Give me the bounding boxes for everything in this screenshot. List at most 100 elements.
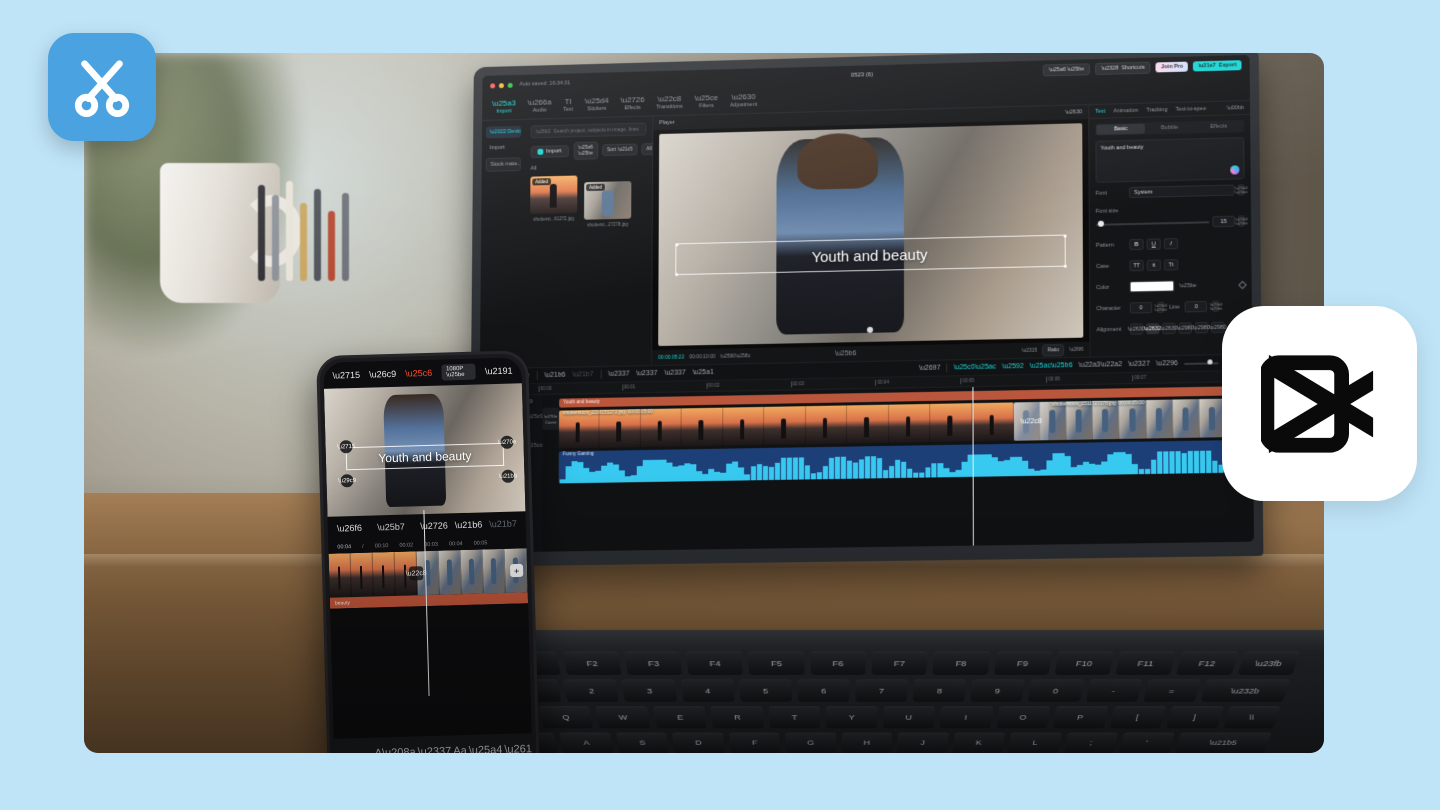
font-select[interactable]: System [1129,185,1235,199]
vtop-align-icon[interactable]: \u2980 [1179,322,1192,333]
font-stepper[interactable]: \u25b4\u25be [1238,184,1245,195]
handle-tl[interactable] [675,243,678,246]
export-button[interactable]: \u21e7Export [1193,60,1241,71]
resolution-badge[interactable]: 1080P \u25be [441,364,476,381]
character-spacing-value[interactable]: 0 [1130,302,1152,314]
record-mic-icon[interactable]: \u2697 [919,365,941,372]
sidebar-item-device[interactable]: \u2022 Device [486,126,521,139]
search-input[interactable]: \u26b2 Search project, subjects in image… [531,123,647,139]
lowercase-button[interactable]: tt [1147,260,1161,271]
video-preview[interactable]: Youth and beauty [658,123,1083,346]
frame-step-icon[interactable]: \u2590\u258c [720,353,750,360]
font-size-value[interactable]: 15 [1212,216,1234,228]
undo-icon[interactable]: \u21b6 [455,519,483,530]
zoom-slider[interactable] [1184,362,1219,365]
add-clip-icon[interactable]: + [510,564,523,577]
slider-knob[interactable] [1098,221,1104,227]
transition-icon[interactable]: \u22c8 [409,566,423,580]
fullscreen-icon[interactable]: \u26f6 [1069,346,1083,352]
left-align-icon[interactable]: \u2630 [1130,323,1143,334]
transition-icon[interactable]: \u22c8 [1014,402,1049,441]
segment-bubble[interactable]: Bubble [1145,122,1194,133]
italic-button[interactable]: I [1164,238,1178,249]
segment-basic[interactable]: Basic [1096,124,1145,135]
tab-tracking[interactable]: Tracking [1146,107,1167,114]
line-stepper[interactable]: \u25b4\u25be [1212,301,1219,312]
split-icon[interactable]: \u2337 [608,370,629,377]
trim-left-icon[interactable]: \u2337 [636,370,657,377]
toolbar-add-text[interactable]: A\u208aAdd text [375,747,416,753]
toolbar-style[interactable]: AaStyle [453,745,467,753]
nav-item-audio[interactable]: \u266aAudio [522,96,558,116]
vbottom-align-icon[interactable]: \u2980 [1211,322,1224,333]
ratio-button[interactable]: Ratio [1042,344,1064,357]
rotate-handle-icon[interactable]: \u21bb [501,470,514,483]
pot-icon[interactable]: \u26c9 [369,369,396,380]
nav-item-effects[interactable]: \u2726Effects [615,94,651,114]
toolbar-text-to-speech[interactable]: \u25a4Text to speech [469,744,503,753]
media-thumbnail[interactable]: Added [530,176,577,215]
color-swatch[interactable] [1130,280,1175,292]
video-clip[interactable]: shutterstock_2216151272.jpg 00:00:05:00 [559,402,1014,448]
window-controls[interactable] [490,82,512,88]
phone-timeline[interactable]: \u22c8 + [329,548,528,598]
copy-handle-icon[interactable]: \u29c9 [340,474,353,487]
handle-tr[interactable] [1063,234,1066,237]
layout-icon[interactable]: \u25a6 \u25be [1043,63,1090,76]
nav-item-import[interactable]: \u25a3Import [486,97,522,117]
keyframe-add-icon[interactable]: \u2592 [1002,363,1024,370]
nav-item-text[interactable]: TIText [557,96,579,115]
export-arrow-icon[interactable]: \u2191 [485,366,513,377]
toolbar-delete[interactable]: \u2610Delete [504,743,533,753]
tab-text[interactable]: Text [1095,108,1105,114]
join-pro-button[interactable]: Join Pro [1156,62,1188,73]
mirror-icon[interactable]: \u22a3\u22a2 [1079,361,1122,369]
phone-preview[interactable]: Youth and beauty \u2715 \u29c9 \u270e \u… [324,383,525,516]
flame-icon[interactable]: \u25c6 [405,368,432,379]
fullscreen-icon[interactable]: \u26f6 [337,523,362,534]
cover-button[interactable]: \u270e Cover [542,408,559,430]
nav-item-adjustment[interactable]: \u2630Adjustment [724,91,763,111]
tab-animation[interactable]: Animation [1113,107,1138,114]
handle-br[interactable] [1063,264,1066,267]
handle-bl[interactable] [675,273,678,276]
trim-right-icon[interactable]: \u2337 [664,369,685,376]
maximize-window-dot[interactable] [508,82,513,87]
uppercase-button[interactable]: TT [1129,260,1143,271]
segment-effects[interactable]: Effects [1194,121,1243,132]
media-item[interactable]: Added shutterst...61272.jpg [530,176,577,229]
keyframe-diamond-icon[interactable] [1238,280,1247,289]
zoom-knob[interactable] [1207,359,1212,364]
font-size-slider[interactable] [1096,221,1210,226]
nav-item-filters[interactable]: \u25ceFilters [688,92,724,112]
color-dropdown-icon[interactable]: \u25be [1179,282,1196,288]
grid-view-toggle[interactable]: \u25a6 \u25be [573,142,598,160]
tab-text-to-speech[interactable]: Text-to-spee [1175,106,1206,113]
video-clip[interactable]: \u22c8 shutterstock_1511727278.jpg 00:00… [1014,398,1253,441]
undo-icon[interactable]: \u21b6 [544,372,565,379]
minimize-window-dot[interactable] [499,83,504,88]
ai-orb-icon[interactable] [1230,165,1239,174]
close-window-dot[interactable] [490,83,495,88]
play-button[interactable]: \u25b6 [835,350,856,357]
bold-button[interactable]: B [1129,239,1143,250]
play-button[interactable]: \u25b7 [377,522,405,533]
font-size-stepper[interactable]: \u25b4\u25be [1238,215,1245,226]
line-spacing-value[interactable]: 0 [1185,301,1207,313]
sidebar-item-stock[interactable]: Stock mate... [486,157,521,172]
keyframe-prev-icon[interactable]: \u25c0\u25ac [954,363,996,371]
shortcuts-button[interactable]: \u2328Shortcuts [1095,62,1151,75]
media-thumbnail[interactable]: Added [584,181,631,220]
menu-icon[interactable]: \u2630 [1065,109,1082,115]
center-align-icon[interactable]: \u2632 [1146,323,1159,334]
sidebar-item-import[interactable]: Import [486,142,521,155]
underline-button[interactable]: U [1147,238,1161,249]
right-align-icon[interactable]: \u2630 [1162,323,1175,334]
character-stepper[interactable]: \u25b4\u25be [1157,302,1164,313]
toolbar-split[interactable]: \u2337Split [418,746,452,753]
text-content-input[interactable]: Youth and beauty [1095,137,1244,183]
import-button[interactable]: Import [531,145,569,158]
edit-handle-icon[interactable]: \u270e [500,436,513,449]
media-item[interactable]: Added shutterst...27278.jpg [584,181,631,228]
crop-icon[interactable]: \u25a1 [693,369,714,376]
